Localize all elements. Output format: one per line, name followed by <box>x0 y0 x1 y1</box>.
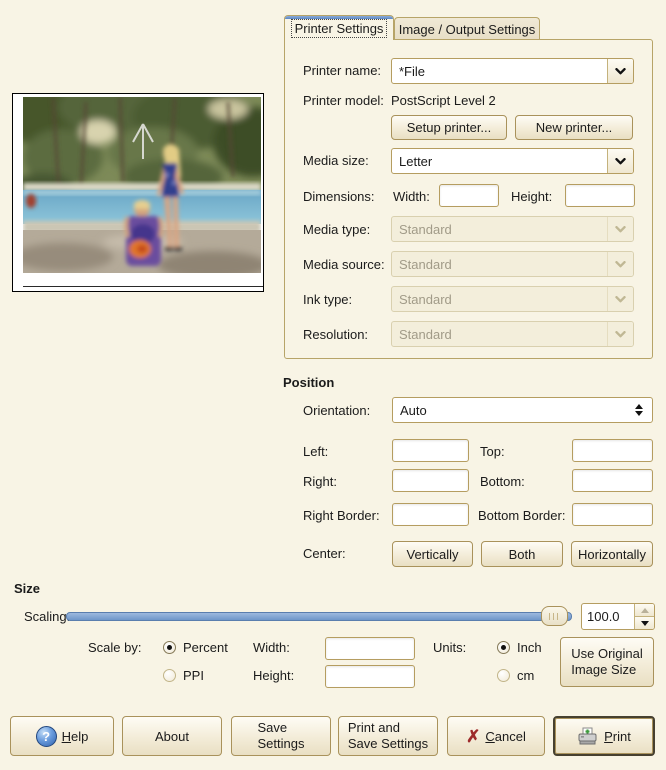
scale-percent-label: Percent <box>183 640 228 655</box>
tab-printer-settings[interactable]: Printer Settings <box>284 15 394 40</box>
print-preview-page[interactable] <box>12 93 264 292</box>
up-down-arrows-icon <box>626 398 652 422</box>
size-height-input[interactable] <box>325 665 415 688</box>
scaling-value: 100.0 <box>587 609 620 624</box>
scale-percent-radio[interactable] <box>163 641 176 654</box>
cancel-button[interactable]: ✗ Cancel <box>447 716 545 756</box>
scale-by-label: Scale by: <box>88 640 142 655</box>
size-height-label: Height: <box>253 668 295 683</box>
units-inch-label: Inch <box>517 640 542 655</box>
print-and-save-settings-button[interactable]: Print and Save Settings <box>338 716 438 756</box>
position-heading: Position <box>283 375 335 390</box>
chevron-down-icon <box>607 322 633 346</box>
top-input[interactable] <box>572 439 653 462</box>
right-label: Right: <box>303 474 337 489</box>
spin-down-icon[interactable] <box>635 617 654 629</box>
cancel-x-icon: ✗ <box>466 726 481 746</box>
setup-printer-button[interactable]: Setup printer... <box>391 115 507 140</box>
media-type-label: Media type: <box>303 222 371 237</box>
print-button[interactable]: Print <box>553 716 655 756</box>
bottom-border-label: Bottom Border: <box>478 508 566 523</box>
size-heading: Size <box>14 581 41 596</box>
scale-ppi-label: PPI <box>183 668 204 683</box>
save-settings-button[interactable]: Save Settings <box>231 716 331 756</box>
resolution-label: Resolution: <box>303 327 369 342</box>
ink-type-label: Ink type: <box>303 292 353 307</box>
center-label: Center: <box>303 546 346 561</box>
printer-model-value: PostScript Level 2 <box>391 93 496 108</box>
tab-image-output-settings[interactable]: Image / Output Settings <box>394 17 540 40</box>
scaling-slider-handle[interactable] <box>541 606 568 626</box>
center-horizontally-button[interactable]: Horizontally <box>571 541 653 567</box>
dimensions-height-label: Height: <box>511 189 553 204</box>
left-label: Left: <box>303 444 329 459</box>
printer-name-label: Printer name: <box>303 63 382 78</box>
center-vertically-button[interactable]: Vertically <box>392 541 473 567</box>
printer-settings-panel: Printer name: *File Printer model: PostS… <box>284 39 653 359</box>
dimensions-height-input[interactable] <box>565 184 635 207</box>
chevron-down-icon <box>607 287 633 311</box>
units-cm-radio[interactable] <box>497 669 510 682</box>
media-size-value: Letter <box>399 153 433 169</box>
use-original-image-size-button[interactable]: Use Original Image Size <box>560 637 654 687</box>
dimensions-label: Dimensions: <box>303 189 375 204</box>
media-source-combo: Standard <box>391 251 634 277</box>
right-border-label: Right Border: <box>303 508 380 523</box>
printer-icon <box>578 727 597 744</box>
media-size-label: Media size: <box>303 153 369 168</box>
right-border-input[interactable] <box>392 503 469 526</box>
media-source-value: Standard <box>399 256 452 272</box>
center-both-button[interactable]: Both <box>481 541 563 567</box>
media-type-value: Standard <box>399 221 452 237</box>
bottom-input[interactable] <box>572 469 653 492</box>
chevron-down-icon <box>607 217 633 241</box>
chevron-down-icon[interactable] <box>607 149 633 173</box>
resolution-value: Standard <box>399 326 452 342</box>
orientation-combo[interactable]: Auto <box>392 397 653 423</box>
units-label: Units: <box>433 640 467 655</box>
printable-area-bottom-line <box>23 286 263 287</box>
ink-type-value: Standard <box>399 291 452 307</box>
slider-grip-icon <box>549 612 560 620</box>
printer-name-combo[interactable]: *File <box>391 58 634 84</box>
printer-name-value: *File <box>399 63 426 79</box>
help-button[interactable]: ? Help <box>10 716 114 756</box>
right-input[interactable] <box>392 469 469 492</box>
scale-ppi-radio[interactable] <box>163 669 176 682</box>
orientation-label: Orientation: <box>303 403 371 418</box>
preview-photo[interactable] <box>23 97 261 273</box>
ink-type-combo: Standard <box>391 286 634 312</box>
print-dialog: Printer Settings Image / Output Settings… <box>0 0 666 770</box>
scaling-spinbox[interactable]: 100.0 <box>581 603 655 630</box>
size-width-input[interactable] <box>325 637 415 660</box>
new-printer-button[interactable]: New printer... <box>515 115 633 140</box>
bottom-border-input[interactable] <box>572 503 653 526</box>
media-size-combo[interactable]: Letter <box>391 148 634 174</box>
media-type-combo: Standard <box>391 216 634 242</box>
dimensions-width-label: Width: <box>393 189 430 204</box>
about-button[interactable]: About <box>122 716 222 756</box>
chevron-down-icon[interactable] <box>607 59 633 83</box>
size-width-label: Width: <box>253 640 290 655</box>
bottom-label: Bottom: <box>480 474 525 489</box>
scaling-slider-trough[interactable] <box>66 612 572 621</box>
tab-label: Printer Settings <box>290 18 388 38</box>
resolution-combo: Standard <box>391 321 634 347</box>
scaling-label: Scaling: <box>24 609 71 624</box>
units-inch-radio[interactable] <box>497 641 510 654</box>
spin-up-icon <box>635 604 654 617</box>
dimensions-width-input[interactable] <box>439 184 499 207</box>
tab-label: Image / Output Settings <box>398 21 536 37</box>
units-cm-label: cm <box>517 668 535 683</box>
chevron-down-icon <box>607 252 633 276</box>
media-source-label: Media source: <box>303 257 385 272</box>
orientation-value: Auto <box>400 402 427 418</box>
help-icon: ? <box>35 725 57 747</box>
printer-model-label: Printer model: <box>303 93 384 108</box>
top-label: Top: <box>480 444 505 459</box>
left-input[interactable] <box>392 439 469 462</box>
